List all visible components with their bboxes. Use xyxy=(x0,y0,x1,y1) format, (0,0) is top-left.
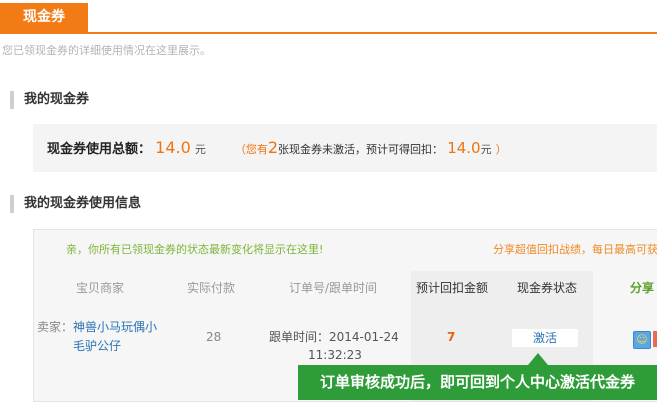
summary-paren-close: ） xyxy=(495,143,507,156)
payment-value: 28 xyxy=(206,330,222,344)
coupon-summary: 现金券使用总额： 14.0 元 （您有2张现金券未激活，预计可得回扣： 14.0… xyxy=(33,124,657,172)
share-icon-partial[interactable] xyxy=(653,331,657,347)
expected-rebate: 14.0 xyxy=(447,139,481,157)
rebate-value: 7 xyxy=(447,330,456,344)
activation-tooltip: 订单审核成功后，即可回到个人中心激活代金券 xyxy=(298,365,657,400)
header-payment: 实际付款 xyxy=(187,281,236,295)
smile-icon[interactable]: ☺ xyxy=(633,331,651,349)
header-order: 订单号/跟单时间 xyxy=(289,281,378,295)
summary-unit: 元 xyxy=(194,143,206,156)
order-time: 跟单时间：2014-01-24 xyxy=(269,330,399,344)
header-seller: 宝贝商家 xyxy=(76,281,125,295)
summary-unit2: 元 xyxy=(480,143,492,156)
share-promo-link[interactable]: 分享超值回扣战绩，每日最高可获 xyxy=(493,241,657,257)
item-name-link-2[interactable]: 毛驴公仔 xyxy=(37,339,121,353)
table-row-seller: 卖家：神兽小马玩偶小 毛驴公仔 xyxy=(37,318,167,356)
seller-prefix: 卖家： xyxy=(37,320,74,334)
tab-bar: 现金券 xyxy=(0,0,657,34)
section-title-my-coupons: 我的现金券 xyxy=(10,91,89,109)
order-time-2: 11:32:23 xyxy=(308,348,362,362)
tab-cash-coupon[interactable]: 现金券 xyxy=(0,3,88,32)
section-title-usage: 我的现金券使用信息 xyxy=(10,195,141,213)
summary-paren-open: （您有 xyxy=(234,143,268,156)
summary-amount: 14.0 xyxy=(155,138,191,157)
summary-label: 现金券使用总额： xyxy=(47,142,152,157)
page-description: 您已领现金券的详细使用情况在这里展示。 xyxy=(2,44,211,57)
inactive-count: 2 xyxy=(267,138,279,157)
notice-text: 亲，你所有已领现金券的状态最新变化将显示在这里! xyxy=(66,243,324,256)
header-share: 分享 xyxy=(630,281,655,295)
summary-middle: 张现金券未激活，预计可得回扣： xyxy=(278,143,444,156)
header-rebate: 预计回扣金额 xyxy=(416,281,489,295)
header-status: 现金券状态 xyxy=(517,281,578,295)
item-name-link[interactable]: 神兽小马玩偶小 xyxy=(73,320,157,334)
activate-button[interactable]: 激活 xyxy=(511,328,579,348)
tooltip-arrow xyxy=(528,353,548,365)
